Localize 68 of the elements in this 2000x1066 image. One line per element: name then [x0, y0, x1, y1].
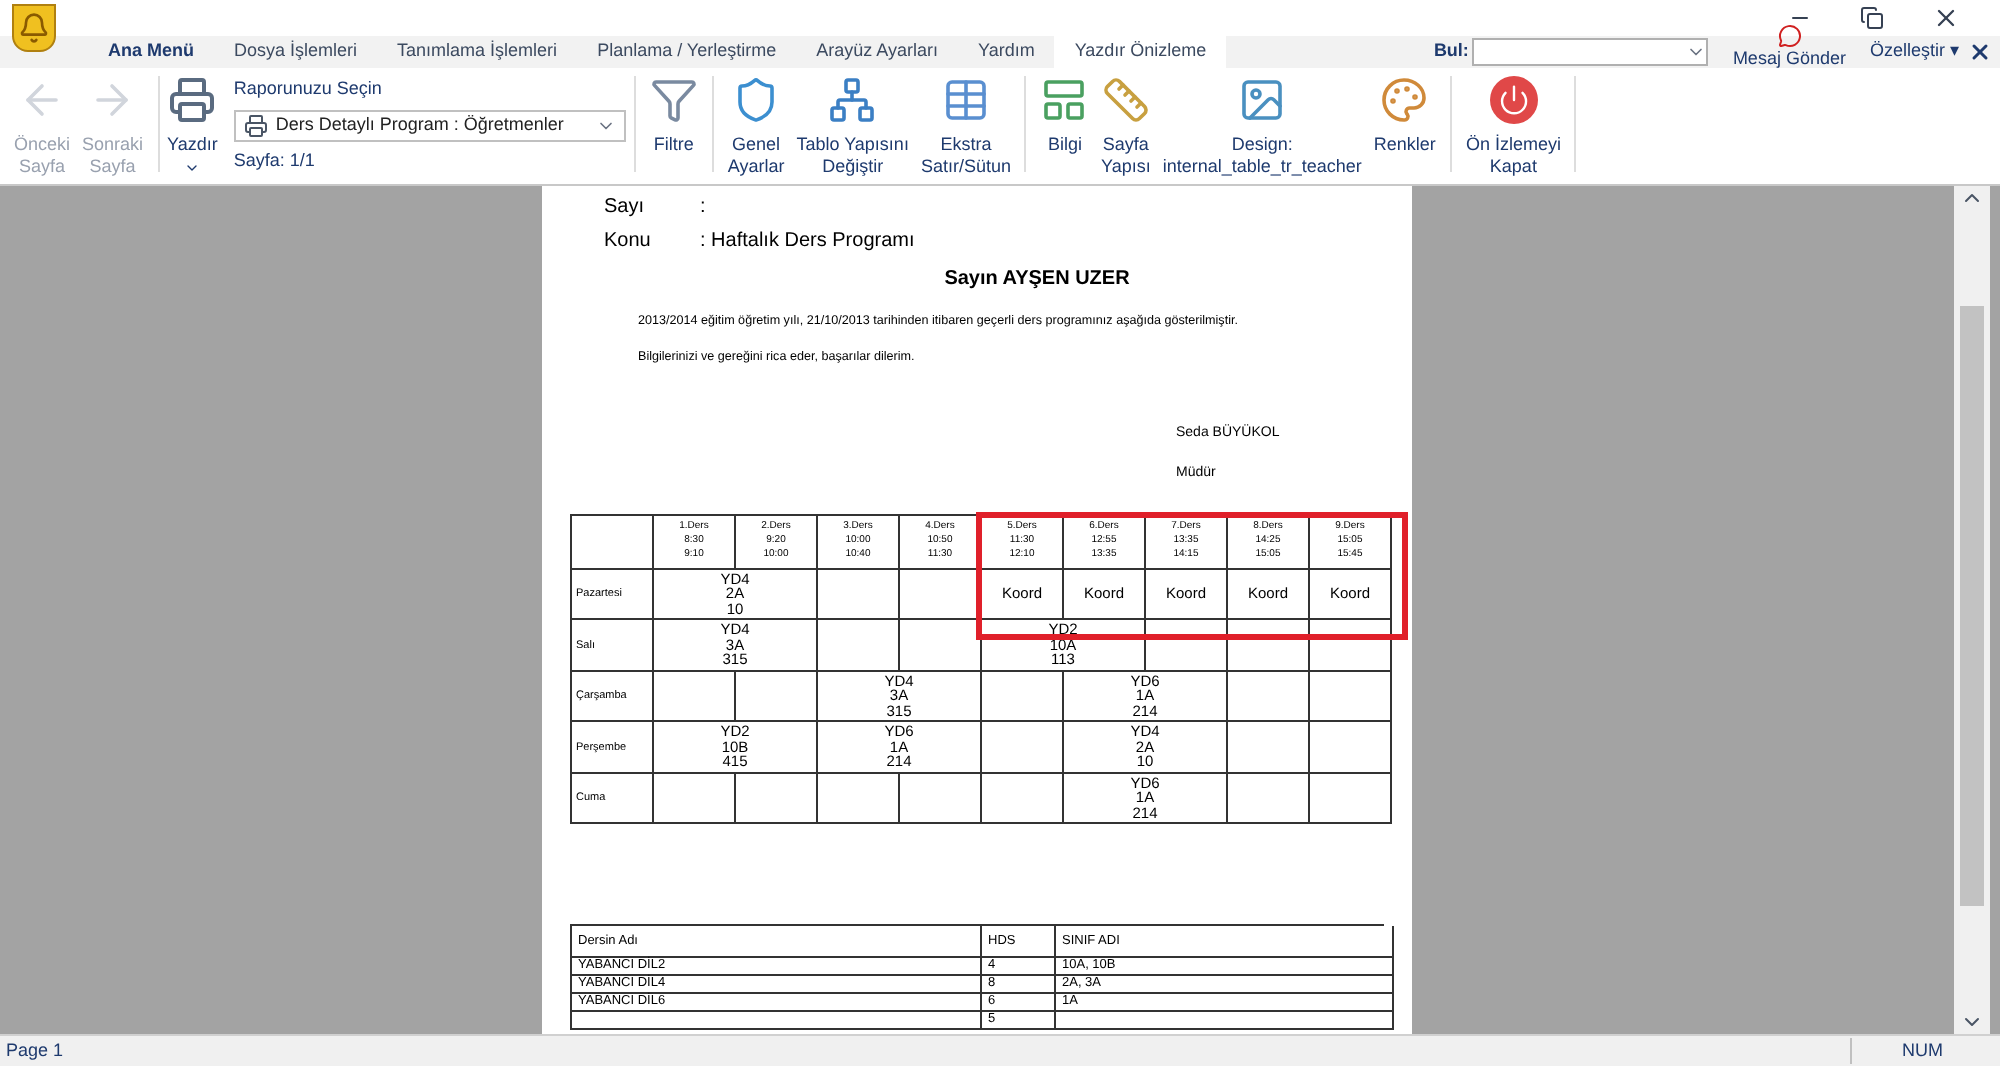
filter-icon — [649, 76, 698, 124]
menu-tab[interactable]: Tanımlama İşlemleri — [377, 36, 578, 68]
close-icon[interactable] — [1932, 4, 1960, 32]
close-icon[interactable] — [1968, 40, 1992, 64]
lesson-cell — [1310, 620, 1392, 672]
message-icon — [1777, 24, 1802, 48]
menu-tab[interactable]: Yazdır Önizleme — [1054, 36, 1227, 68]
lesson-cell — [1228, 773, 1310, 825]
lesson-cell — [982, 722, 1064, 774]
menu-tab[interactable]: Arayüz Ayarları — [796, 36, 958, 68]
lesson-cell — [818, 773, 900, 825]
layout-icon — [1040, 76, 1089, 124]
report-icon — [243, 113, 268, 137]
customize-button[interactable]: Özelleştir ▾ — [1869, 38, 1960, 66]
ribbon-button[interactable]: Genel Ayarlar — [721, 68, 791, 178]
scrollbar[interactable] — [1954, 186, 1990, 1034]
lesson-cell — [1310, 773, 1392, 825]
lesson-cell — [1228, 671, 1310, 723]
lesson-cell — [818, 620, 900, 672]
restore-icon[interactable] — [1860, 6, 1884, 30]
ribbon-button[interactable]: Design: internal_table_tr_teacher — [1156, 68, 1368, 178]
lesson-cell — [1228, 620, 1310, 672]
scrollbar-thumb[interactable] — [1960, 306, 1984, 906]
lesson-cell — [654, 773, 736, 825]
page-info: Sayfa: 1/1 — [233, 147, 315, 174]
ribbon-button[interactable]: Renkler — [1367, 68, 1442, 156]
salutation: Sayın AYŞEN UZER — [942, 266, 1132, 294]
send-message-button[interactable]: Mesaj Gönder — [1732, 24, 1846, 68]
field-label: Konu — [604, 228, 653, 256]
menu-tab[interactable]: Planlama / Yerleştirme — [577, 36, 797, 68]
lesson-cell — [736, 671, 818, 723]
report-label: Raporunuzu Seçin — [233, 76, 382, 102]
menu-tab[interactable]: Dosya İşlemleri — [214, 36, 378, 68]
ribbon-button[interactable]: Filtre — [643, 68, 704, 156]
grid-icon — [941, 76, 990, 124]
ribbon-button[interactable]: Ekstra Satır/Sütun — [914, 68, 1017, 178]
lesson-cell — [736, 773, 818, 825]
image-icon — [1238, 76, 1287, 124]
ruler-icon — [1101, 76, 1150, 124]
lesson-cell — [1310, 671, 1392, 723]
find-label: Bul: — [1433, 38, 1469, 65]
ribbon-button[interactable]: Ön İzlemeyi Kapat — [1459, 68, 1567, 178]
lesson-cell — [654, 671, 736, 723]
report-dropdown[interactable]: Ders Detaylı Program : Öğretmenler — [233, 109, 626, 141]
ribbon-button[interactable]: Tablo Yapısını Değiştir — [790, 68, 915, 178]
lesson-cell — [1146, 620, 1228, 672]
app-logo-icon[interactable] — [12, 4, 56, 52]
field-value: : — [700, 194, 706, 222]
status-page: Page 1 — [4, 1037, 66, 1064]
menu-tab[interactable]: Yardım — [957, 36, 1055, 68]
lesson-cell — [982, 773, 1064, 825]
palette-icon — [1380, 76, 1429, 124]
field-label: Sayı — [604, 194, 647, 222]
find-field[interactable] — [1472, 37, 1709, 65]
status-num: NUM — [1850, 1037, 2000, 1065]
lesson-cell — [1228, 722, 1310, 774]
menu-tab[interactable]: Ana Menü — [88, 36, 215, 68]
lesson-cell — [900, 773, 982, 825]
ribbon-button[interactable]: Bilgi — [1034, 68, 1095, 156]
lesson-cell — [1310, 722, 1392, 774]
hierarchy-icon — [828, 76, 877, 124]
printer-icon — [168, 76, 217, 124]
ribbon-button[interactable]: Sayfa Yapısı — [1094, 68, 1157, 178]
field-value: : Haftalık Ders Programı — [700, 228, 915, 256]
power-icon — [1489, 76, 1538, 124]
lesson-cell — [982, 671, 1064, 723]
print-button[interactable]: Yazdır — [167, 68, 218, 175]
lesson-cell — [818, 569, 900, 621]
